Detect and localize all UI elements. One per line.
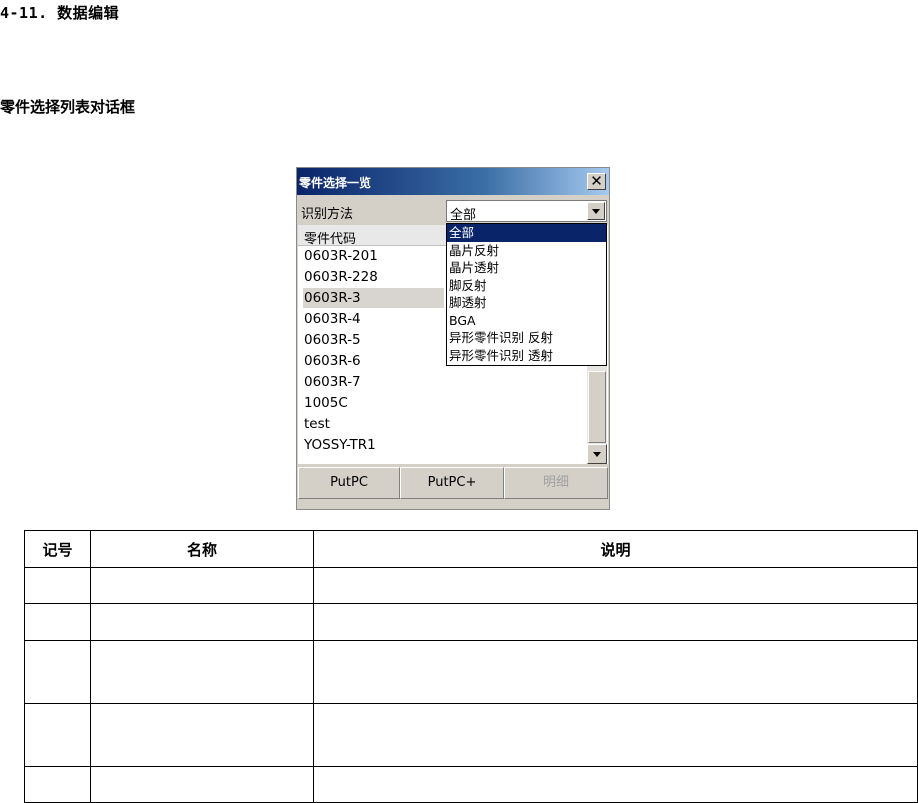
- method-select-value: 全部: [450, 208, 477, 223]
- table-cell: [90, 640, 314, 704]
- dropdown-option[interactable]: 晶片透射: [447, 259, 606, 277]
- dropdown-option[interactable]: BGA: [447, 312, 606, 330]
- table-cell: [313, 703, 918, 767]
- column-header-label: 零件代码: [304, 232, 357, 247]
- dropdown-option[interactable]: 异形零件识别 反射: [447, 329, 606, 347]
- table-cell: [90, 603, 314, 641]
- column-header-name: 名称: [90, 530, 314, 568]
- section-heading: 4-11. 数据编辑: [0, 4, 120, 22]
- column-header-mark: 记号: [24, 530, 91, 568]
- dialog-section-title: 零件选择列表对话框: [0, 98, 136, 116]
- table-cell: [313, 766, 918, 803]
- table-cell: [24, 567, 91, 604]
- table-row: [24, 640, 918, 704]
- method-label: 识别方法: [301, 207, 354, 222]
- table-cell: [24, 766, 91, 803]
- scroll-down-button[interactable]: [587, 444, 607, 464]
- chevron-down-icon: [592, 209, 600, 214]
- table-cell: [313, 567, 918, 604]
- table-cell: [90, 703, 314, 767]
- table-cell: [24, 603, 91, 641]
- dialog-titlebar[interactable]: 零件选择一览 ✕: [297, 168, 609, 195]
- part-select-dialog: 零件选择一览 ✕ 识别方法 全部 零件代码 0603R-201 0603R-22…: [296, 167, 610, 510]
- table-cell: [313, 603, 918, 641]
- list-item[interactable]: 0603R-7: [303, 372, 444, 392]
- table-cell: [24, 640, 91, 704]
- table-cell: [90, 766, 314, 803]
- column-header-desc: 说明: [313, 530, 918, 568]
- table-header-row: 记号 名称 说明: [24, 530, 918, 568]
- list-item[interactable]: 0603R-201: [303, 246, 444, 266]
- method-dropdown-list[interactable]: 全部 晶片反射 晶片透射 脚反射 脚透射 BGA 异形零件识别 反射 异形零件识…: [446, 223, 607, 366]
- method-select[interactable]: 全部: [446, 200, 607, 223]
- arrow-down-icon: [593, 452, 601, 457]
- description-table: 记号 名称 说明: [24, 530, 918, 803]
- list-item[interactable]: 0603R-228: [303, 267, 444, 287]
- list-item-selected[interactable]: 0603R-3: [303, 288, 444, 308]
- list-item[interactable]: 0603R-5: [303, 330, 444, 350]
- table-row: [24, 703, 918, 767]
- close-button[interactable]: ✕: [587, 173, 606, 190]
- dialog-title: 零件选择一览: [299, 176, 372, 190]
- table-row: [24, 766, 918, 803]
- list-item[interactable]: 0603R-4: [303, 309, 444, 329]
- dropdown-option[interactable]: 晶片反射: [447, 242, 606, 260]
- table-cell: [24, 703, 91, 767]
- list-item[interactable]: 0603R-6: [303, 351, 444, 371]
- dropdown-option[interactable]: 脚透射: [447, 294, 606, 312]
- list-item[interactable]: test: [303, 414, 444, 434]
- dropdown-option[interactable]: 脚反射: [447, 277, 606, 295]
- dropdown-option[interactable]: 全部: [447, 224, 606, 242]
- close-icon: ✕: [590, 172, 603, 190]
- dropdown-toggle-button[interactable]: [587, 202, 605, 220]
- table-cell: [90, 567, 314, 604]
- table-row: [24, 567, 918, 604]
- list-item[interactable]: YOSSY-TR1: [303, 435, 444, 455]
- table-row: [24, 603, 918, 641]
- detail-button[interactable]: 明细: [504, 467, 608, 499]
- list-item[interactable]: 1005C: [303, 393, 444, 413]
- dropdown-option[interactable]: 异形零件识别 透射: [447, 347, 606, 365]
- putpc-plus-button[interactable]: PutPC+: [400, 467, 504, 499]
- table-cell: [313, 640, 918, 704]
- putpc-button[interactable]: PutPC: [298, 467, 400, 499]
- scrollbar-thumb[interactable]: [588, 371, 606, 443]
